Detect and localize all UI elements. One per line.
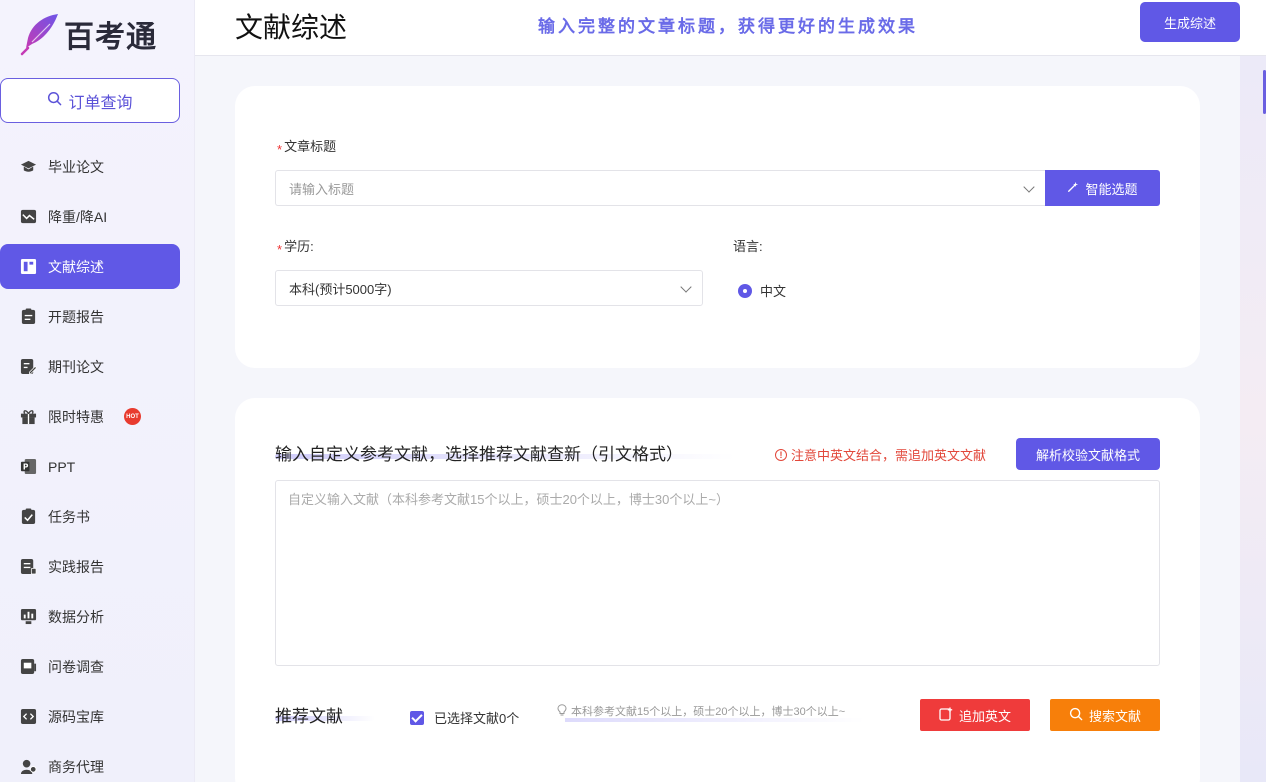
required-asterisk: *	[277, 142, 283, 157]
language-label: 语言:	[733, 239, 763, 254]
english-warning: ! 注意中英文结合，需追加英文文献	[775, 445, 986, 464]
language-radio-chinese[interactable]: 中文	[738, 281, 786, 300]
sidebar-item-label: 开题报告	[48, 308, 104, 325]
sidebar-item-label: PPT	[48, 458, 76, 475]
sidebar-item-graduation-thesis[interactable]: 毕业论文	[0, 144, 180, 189]
sidebar-item-label: 毕业论文	[48, 158, 104, 175]
code-icon	[20, 708, 37, 725]
trend-chart-icon	[20, 208, 37, 225]
add-english-label: 追加英文	[958, 708, 1011, 724]
sidebar: 百考通 订单查询 毕业论文 降重/降AI 文献综述 开题报告 期刊论文 限时特惠…	[0, 0, 195, 782]
sidebar-item-ppt[interactable]: P PPT	[0, 444, 180, 489]
header: 文献综述 输入完整的文章标题，获得更好的生成效果 生成综述	[195, 0, 1266, 56]
magic-wand-icon	[1067, 181, 1079, 196]
smart-topic-label: 智能选题	[1085, 181, 1138, 197]
search-references-button[interactable]: 搜索文献	[1050, 699, 1160, 731]
hint-text: 本科参考文献15个以上，硕士20个以上，博士30个以上~	[571, 706, 846, 718]
radio-selected-icon	[738, 283, 752, 298]
article-form-card: * 文章标题 请输入标题 智能选题 * 学历: 本科(预计5000字) 语言: 中文	[235, 86, 1200, 368]
add-document-icon	[939, 707, 953, 724]
edu-label: * 学历:	[277, 239, 314, 257]
report-icon	[20, 558, 37, 575]
logo[interactable]: 百考通	[18, 12, 168, 56]
sidebar-item-label: 文献综述	[48, 258, 104, 275]
sidebar-item-label: 源码宝库	[48, 708, 104, 725]
sidebar-item-data-analysis[interactable]: 数据分析	[0, 594, 180, 639]
add-english-button[interactable]: 追加英文	[920, 699, 1030, 731]
info-icon: !	[775, 448, 787, 461]
lightbulb-icon	[557, 703, 567, 719]
sidebar-item-literature-review[interactable]: 文献综述	[0, 244, 180, 289]
sidebar-item-label: 限时特惠	[48, 408, 104, 425]
gift-icon	[20, 408, 37, 425]
svg-text:P: P	[23, 462, 29, 471]
search-references-label: 搜索文献	[1088, 708, 1141, 724]
chevron-down-icon	[680, 281, 692, 293]
sidebar-item-label: 降重/降AI	[48, 208, 108, 225]
sidebar-item-source-code[interactable]: 源码宝库	[0, 694, 180, 739]
order-query-label: 订单查询	[68, 94, 133, 112]
education-select[interactable]: 本科(预计5000字)	[275, 270, 703, 306]
monitor-chart-icon	[20, 608, 37, 625]
sidebar-item-practice-report[interactable]: 实践报告	[0, 544, 180, 589]
header-tip: 输入完整的文章标题，获得更好的生成效果	[538, 17, 918, 36]
sidebar-nav: 毕业论文 降重/降AI 文献综述 开题报告 期刊论文 限时特惠 HOT P PP…	[0, 144, 180, 782]
sidebar-item-task-book[interactable]: 任务书	[0, 494, 180, 539]
sidebar-item-label: 实践报告	[48, 558, 104, 575]
selected-count-text: 已选择文献0个	[434, 711, 520, 726]
page-title: 文献综述	[235, 12, 348, 43]
agent-icon	[20, 758, 37, 775]
references-section-title: 输入自定义参考文献，选择推荐文献查新（引文格式）	[275, 445, 683, 464]
sidebar-item-business-agent[interactable]: 商务代理	[0, 744, 180, 782]
textarea-placeholder: 自定义输入文献（本科参考文献15个以上，硕士20个以上，博士30个以上~）	[288, 492, 729, 507]
right-side-panel	[1240, 56, 1266, 782]
language-option-label: 中文	[760, 284, 787, 299]
title-input[interactable]: 请输入标题	[275, 170, 1045, 206]
sidebar-item-survey[interactable]: 问卷调查	[0, 644, 180, 689]
feather-logo-icon	[18, 12, 62, 56]
smart-topic-button[interactable]: 智能选题	[1045, 170, 1160, 206]
order-query-button[interactable]: 订单查询	[0, 78, 180, 123]
sidebar-item-journal[interactable]: 期刊论文	[0, 344, 180, 389]
graduation-cap-icon	[20, 158, 37, 175]
search-icon	[47, 91, 62, 111]
checkbox-checked-icon	[410, 710, 424, 725]
sidebar-item-proposal[interactable]: 开题报告	[0, 294, 180, 339]
hot-badge-icon: HOT	[124, 408, 141, 425]
title-label: * 文章标题	[277, 139, 337, 157]
chevron-down-icon[interactable]	[1023, 181, 1035, 193]
sidebar-item-dedup[interactable]: 降重/降AI	[0, 194, 180, 239]
warning-text: 注意中英文结合，需追加英文文献	[791, 448, 987, 463]
parse-format-button[interactable]: 解析校验文献格式	[1016, 438, 1160, 470]
sidebar-item-special-offer[interactable]: 限时特惠 HOT	[0, 394, 180, 439]
book-icon	[20, 258, 37, 275]
title-placeholder: 请输入标题	[289, 181, 355, 197]
task-clipboard-icon	[20, 508, 37, 525]
clipboard-icon	[20, 308, 37, 325]
edit-document-icon	[20, 358, 37, 375]
sidebar-item-label: 问卷调查	[48, 658, 104, 675]
sidebar-item-label: 数据分析	[48, 608, 104, 625]
recommended-title: 推荐文献	[275, 707, 343, 726]
sidebar-item-label: 期刊论文	[48, 358, 104, 375]
references-textarea[interactable]: 自定义输入文献（本科参考文献15个以上，硕士20个以上，博士30个以上~）	[275, 480, 1160, 666]
sidebar-item-label: 商务代理	[48, 758, 104, 775]
survey-icon	[20, 658, 37, 675]
logo-text: 百考通	[64, 20, 157, 55]
reference-hint: 本科参考文献15个以上，硕士20个以上，博士30个以上~	[557, 703, 845, 719]
education-value: 本科(预计5000字)	[289, 281, 392, 297]
required-asterisk: *	[277, 242, 283, 257]
sidebar-item-label: 任务书	[48, 508, 90, 525]
selected-references-checkbox[interactable]: 已选择文献0个	[410, 708, 519, 727]
search-icon	[1069, 707, 1083, 724]
ppt-icon: P	[20, 458, 37, 475]
references-card: 输入自定义参考文献，选择推荐文献查新（引文格式） ! 注意中英文结合，需追加英文…	[235, 398, 1200, 782]
generate-review-button[interactable]: 生成综述	[1140, 2, 1240, 42]
